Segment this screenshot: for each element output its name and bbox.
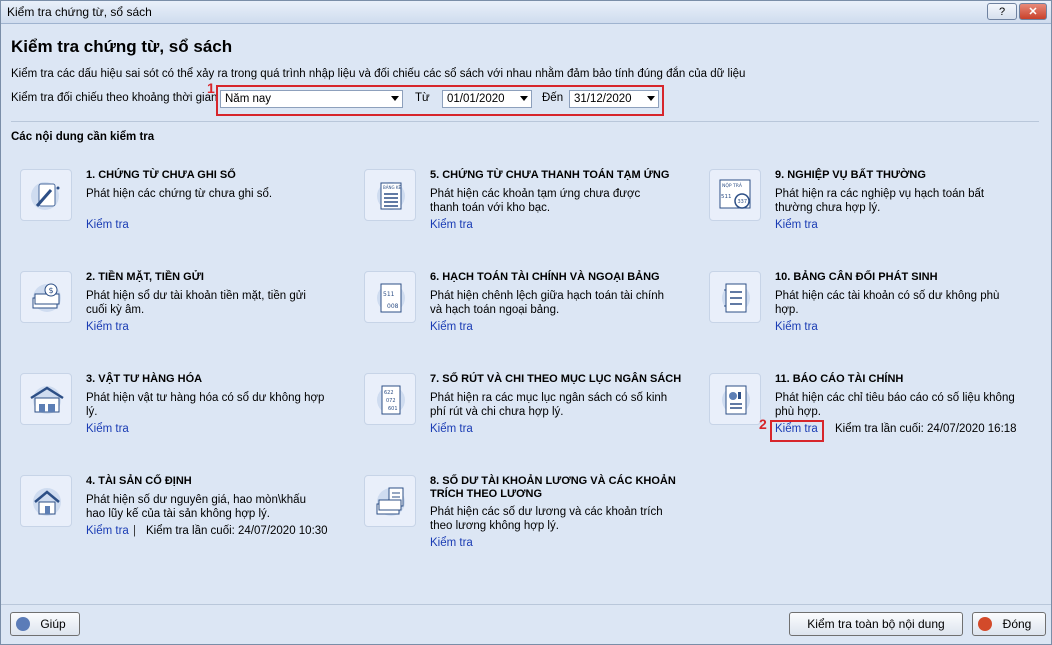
check-all-label: Kiểm tra toàn bộ nội dung xyxy=(807,617,945,631)
item-description: Phát hiện các khoản tạm ứng chưa được th… xyxy=(430,188,641,214)
item-title: 4. TÀI SẢN CỐ ĐỊNH xyxy=(86,475,192,487)
item-title: 9. NGHIỆP VỤ BẤT THƯỜNG xyxy=(775,169,926,181)
item-title: 8. SỐ DƯ TÀI KHOẢN LƯƠNG VÀ CÁC KHOẢN TR… xyxy=(430,475,676,500)
icon-text: BẢNG KÊ xyxy=(383,185,401,190)
budget-list-icon: 622 072 601 xyxy=(364,373,416,425)
help-icon xyxy=(16,617,30,631)
check-item-6: 511 008 6. HẠCH TOÁN TÀI CHÍNH VÀ NGOẠI B… xyxy=(364,271,694,361)
check-all-button[interactable]: Kiểm tra toàn bộ nội dung xyxy=(789,612,963,636)
item-title: 6. HẠCH TOÁN TÀI CHÍNH VÀ NGOẠI BẢNG xyxy=(430,271,660,283)
item-description: Phát hiện sổ dư tài khoản tiền mặt, tiền… xyxy=(86,290,306,316)
help-button-label: Giúp xyxy=(40,617,66,631)
item-description: Phát hiện các chỉ tiêu báo cáo có số liệ… xyxy=(775,392,1015,418)
icon-text: 622 xyxy=(384,390,394,396)
check-link[interactable]: Kiểm tra xyxy=(430,321,473,333)
check-item-9: NỘP TRẢ 511 337 9. NGHIỆP VỤ BẤT THƯỜNG Ph… xyxy=(709,169,1039,259)
check-item-4: 4. TÀI SẢN CỐ ĐỊNH Phát hiện số dư nguyê… xyxy=(20,475,350,565)
close-button-label: Đóng xyxy=(1002,617,1032,631)
check-link[interactable]: Kiểm tra xyxy=(775,219,818,231)
period-select[interactable]: Năm nay xyxy=(220,90,403,108)
chevron-down-icon xyxy=(647,96,655,101)
page-title: Kiểm tra chứng từ, sổ sách xyxy=(11,37,233,56)
item-title: 11. BÁO CÁO TÀI CHÍNH xyxy=(775,373,904,385)
period-select-value: Năm nay xyxy=(225,93,272,105)
footer-divider xyxy=(1,604,1051,605)
last-check-text: Kiểm tra lần cuối: 24/07/2020 10:30 xyxy=(146,525,328,537)
section-title: Các nội dung cần kiểm tra xyxy=(11,131,155,143)
icon-text: 601 xyxy=(388,406,398,412)
icon-text: 337 xyxy=(738,199,748,205)
cash-icon: $ xyxy=(20,271,72,323)
divider xyxy=(11,121,1039,122)
last-check-text: Kiểm tra lần cuối: 24/07/2020 16:18 xyxy=(835,423,1017,435)
to-date-input[interactable]: 31/12/2020 xyxy=(569,90,659,108)
check-link[interactable]: Kiểm tra xyxy=(430,423,473,435)
chevron-down-icon xyxy=(520,96,528,101)
check-link[interactable]: Kiểm tra xyxy=(86,423,129,435)
check-link-highlight xyxy=(770,420,824,442)
item-description: Phát hiện chênh lệch giữa hạch toán tài … xyxy=(430,290,665,316)
separator: | xyxy=(133,525,136,537)
check-link[interactable]: Kiểm tra xyxy=(86,219,129,231)
page-description: Kiểm tra các dấu hiệu sai sót có thể xảy… xyxy=(11,68,746,80)
item-description: Phát hiện số dư nguyên giá, hao mòn\khấu… xyxy=(86,494,306,520)
pen-document-icon xyxy=(20,169,72,221)
help-button[interactable]: Giúp xyxy=(10,612,80,636)
check-item-2: $ 2. TIỀN MẶT, TIỀN GỬI Phát hiện sổ dư … xyxy=(20,271,350,361)
check-item-8: 8. SỐ DƯ TÀI KHOẢN LƯƠNG VÀ CÁC KHOẢN TR… xyxy=(364,475,694,565)
search-document-icon: NỘP TRẢ 511 337 xyxy=(709,169,761,221)
to-date-value: 31/12/2020 xyxy=(574,93,632,105)
icon-text: 008 xyxy=(387,303,399,310)
item-title: 2. TIỀN MẶT, TIỀN GỬI xyxy=(86,271,204,283)
icon-text: 511 xyxy=(721,194,732,200)
check-item-10: 10. BẢNG CÂN ĐỐI PHÁT SINH Phát hiện các… xyxy=(709,271,1039,361)
check-link[interactable]: Kiểm tra xyxy=(775,321,818,333)
item-description: Phát hiện các chứng từ chưa ghi sổ. xyxy=(86,188,273,200)
warehouse-icon xyxy=(20,373,72,425)
item-title: 10. BẢNG CÂN ĐỐI PHÁT SINH xyxy=(775,271,938,283)
check-link[interactable]: Kiểm tra xyxy=(86,525,129,537)
check-item-1: 1. CHỨNG TỪ CHƯA GHI SỔ Phát hiện các ch… xyxy=(20,169,350,259)
checklist-icon: BẢNG KÊ xyxy=(364,169,416,221)
item-title: 7. SỐ RÚT VÀ CHI THEO MỤC LỤC NGÂN SÁCH xyxy=(430,373,682,385)
icon-text: 511 xyxy=(383,291,395,298)
ledger-icon: 511 008 xyxy=(364,271,416,323)
salary-icon xyxy=(364,475,416,527)
title-bar: Kiểm tra chứng từ, sổ sách ? ✕ xyxy=(1,1,1051,24)
item-description: Phát hiện ra các nghiệp vụ hạch toán bất… xyxy=(775,188,985,214)
marker-1: 1 xyxy=(207,80,215,96)
item-title: 3. VẬT TƯ HÀNG HÓA xyxy=(86,373,203,385)
check-link[interactable]: Kiểm tra xyxy=(86,321,129,333)
close-title-button[interactable]: ✕ xyxy=(1019,3,1047,20)
help-title-button[interactable]: ? xyxy=(987,3,1017,20)
house-icon xyxy=(20,475,72,527)
check-link[interactable]: Kiểm tra xyxy=(430,537,473,549)
chevron-down-icon xyxy=(391,96,399,101)
check-item-7: 622 072 601 7. SỐ RÚT VÀ CHI THEO MỤC LỤC … xyxy=(364,373,694,463)
from-date-input[interactable]: 01/01/2020 xyxy=(442,90,532,108)
dialog-window: Kiểm tra chứng từ, sổ sách ? ✕ Kiểm tra … xyxy=(0,0,1052,645)
check-item-5: BẢNG KÊ 5. CHỨNG TỪ CHƯA THANH TOÁN TẠM … xyxy=(364,169,694,259)
window-title: Kiểm tra chứng từ, sổ sách xyxy=(7,5,152,19)
from-date-value: 01/01/2020 xyxy=(447,93,505,105)
item-description: Phát hiện vật tư hàng hóa có sổ dư không… xyxy=(86,392,325,418)
item-title: 1. CHỨNG TỪ CHƯA GHI SỔ xyxy=(86,169,236,181)
marker-2: 2 xyxy=(759,416,767,432)
financial-report-icon xyxy=(709,373,761,425)
icon-text: 072 xyxy=(386,398,396,404)
item-description: Phát hiện các tài khoản có số dư không p… xyxy=(775,290,1000,316)
item-description: Phát hiện ra các mục lục ngân sách có số… xyxy=(430,392,668,418)
close-button[interactable]: Đóng xyxy=(972,612,1046,636)
period-label: Kiểm tra đối chiếu theo khoảng thời gian xyxy=(11,92,218,104)
check-link[interactable]: Kiểm tra xyxy=(430,219,473,231)
check-item-3: 3. VẬT TƯ HÀNG HÓA Phát hiện vật tư hàng… xyxy=(20,373,350,463)
from-label: Từ xyxy=(415,92,430,104)
item-title: 5. CHỨNG TỪ CHƯA THANH TOÁN TẠM ỨNG xyxy=(430,169,670,181)
svg-text:$: $ xyxy=(49,286,54,295)
power-icon xyxy=(978,617,992,631)
to-label: Đến xyxy=(542,92,564,104)
item-description: Phát hiện các số dư lương và các khoản t… xyxy=(430,506,663,532)
balance-sheet-icon xyxy=(709,271,761,323)
